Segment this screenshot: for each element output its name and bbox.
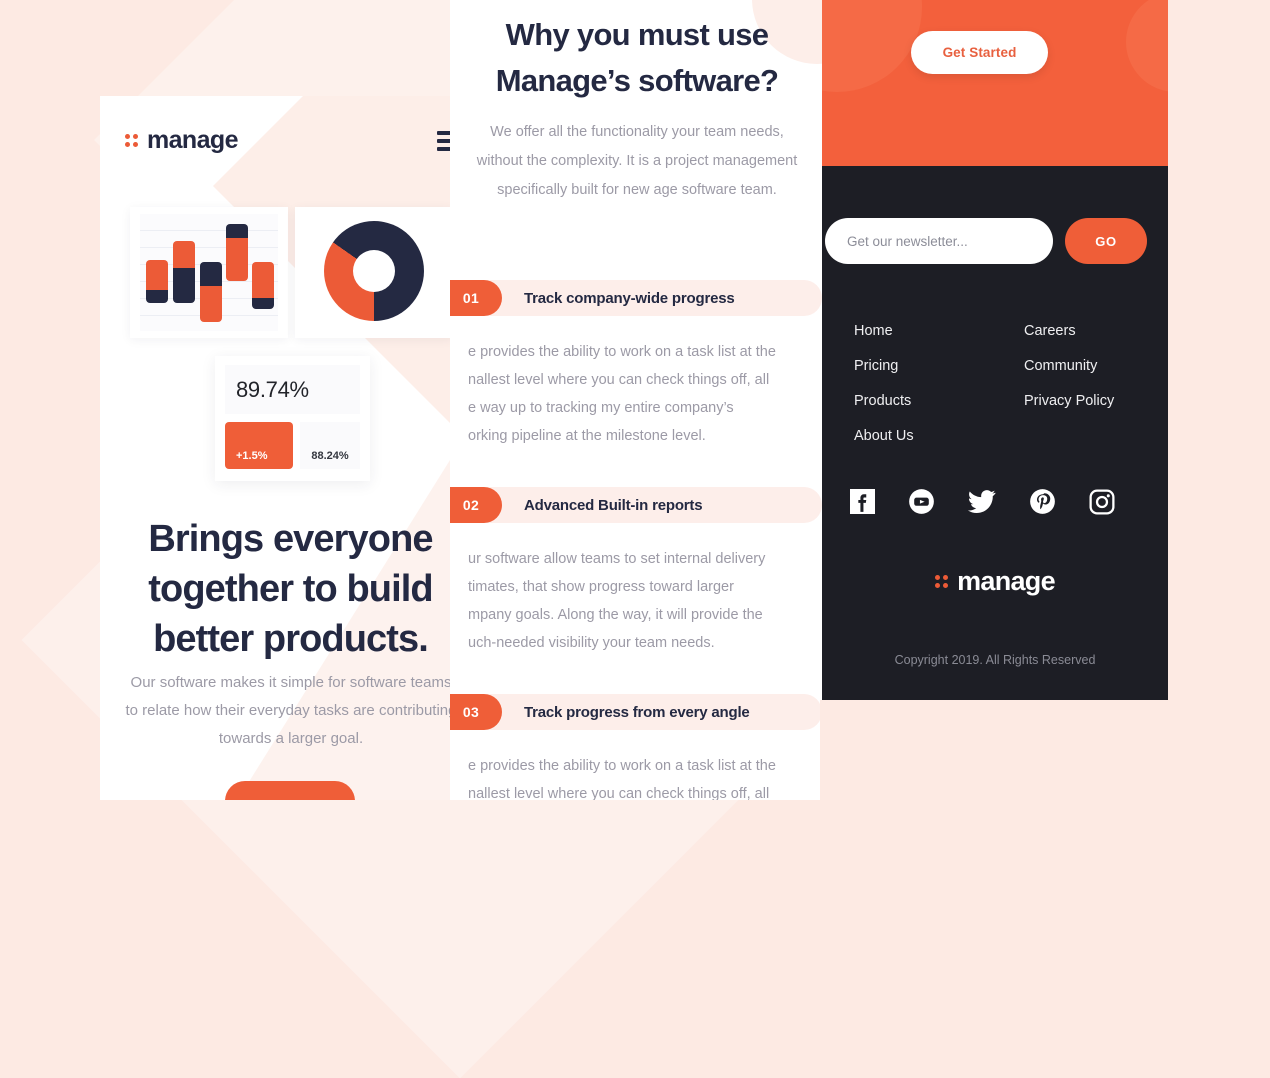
bar-chart-bar [173, 241, 195, 303]
footer-panel: Get Started GO Home Careers Pricing Comm… [822, 0, 1168, 704]
cta-banner: Get Started [822, 0, 1168, 166]
footer-link-careers[interactable]: Careers [1024, 314, 1154, 349]
footer-brand-logo[interactable]: manage [822, 566, 1168, 597]
get-started-button[interactable]: Get Started [911, 31, 1048, 74]
background-below-footer [820, 700, 1170, 800]
primary-stat: 89.74% [225, 365, 360, 414]
delta-stat-value: +1.5% [236, 450, 268, 462]
footer-dark-area: GO Home Careers Pricing Community Produc… [822, 166, 1168, 704]
feature-header[interactable]: 03 Track progress from every angle [450, 694, 822, 730]
feature-body-line: ur software allow teams to set internal … [468, 551, 766, 567]
footer-link-community[interactable]: Community [1024, 349, 1154, 384]
banner-decoration-circle [822, 0, 922, 92]
feature-title: Track progress from every angle [524, 703, 750, 721]
feature-body-line: nallest level where you can check things… [468, 786, 770, 800]
feature-title: Advanced Built-in reports [524, 496, 703, 514]
pinterest-icon[interactable] [1029, 488, 1056, 515]
feature-item: 03 Track progress from every angle e pro… [450, 694, 822, 800]
brand-name: manage [147, 126, 238, 154]
feature-number: 03 [450, 694, 502, 730]
footer-link-privacy-policy[interactable]: Privacy Policy [1024, 384, 1154, 419]
hero-subcopy: Our software makes it simple for softwar… [125, 674, 457, 747]
feature-header[interactable]: 02 Advanced Built-in reports [450, 487, 822, 523]
feature-title: Track company-wide progress [524, 289, 735, 307]
secondary-stat: 88.24% [300, 422, 360, 469]
six-dot-logo-icon [935, 575, 949, 588]
feature-body-line: timates, that show progress toward large… [468, 579, 734, 595]
feature-body-line: uch-needed visibility your team needs. [468, 635, 715, 651]
feature-body: e provides the ability to work on a task… [450, 316, 822, 450]
feature-body-line: e provides the ability to work on a task… [468, 758, 776, 774]
bar-chart-bar [200, 262, 222, 322]
bar-chart-card [130, 207, 288, 338]
feature-body: e provides the ability to work on a task… [450, 730, 822, 800]
instagram-icon[interactable] [1089, 488, 1115, 515]
brand-logo[interactable]: manage [125, 126, 238, 155]
bar-chart-bar [146, 260, 168, 303]
bar-chart-bar [252, 262, 274, 309]
hero-headline: Brings everyone together to build better… [148, 518, 433, 660]
newsletter-input[interactable] [825, 218, 1053, 264]
newsletter-submit-button[interactable]: GO [1065, 218, 1147, 264]
primary-stat-value: 89.74% [236, 376, 309, 402]
footer-link-home[interactable]: Home [854, 314, 1024, 349]
feature-body-line: e provides the ability to work on a task… [468, 344, 776, 360]
feature-item: 01 Track company-wide progress e provide… [450, 280, 822, 450]
newsletter-form: GO [825, 218, 1165, 264]
facebook-icon[interactable] [850, 489, 875, 514]
social-links [850, 488, 1115, 515]
twitter-icon[interactable] [968, 489, 996, 515]
feature-number: 02 [450, 487, 502, 523]
features-intro: We offer all the functionality your team… [476, 124, 798, 198]
feature-body-line: mpany goals. Along the way, it will prov… [468, 607, 763, 623]
secondary-stat-value: 88.24% [311, 450, 349, 462]
feature-number: 01 [450, 280, 502, 316]
stats-card: 89.74% +1.5% 88.24% [215, 356, 370, 481]
banner-decoration-circle-right [1126, 0, 1168, 92]
feature-body-line: nallest level where you can check things… [468, 372, 770, 388]
hero-card: manage 89.74% +1.5% 88.24% Brings everyo… [100, 96, 480, 800]
features-panel: Why you must use Manage’s software? We o… [450, 0, 822, 800]
donut-chart [324, 221, 424, 321]
hero-cta-button[interactable] [225, 781, 355, 800]
six-dot-logo-icon [125, 134, 138, 147]
footer-link-pricing[interactable]: Pricing [854, 349, 1024, 384]
feature-body: ur software allow teams to set internal … [450, 523, 822, 657]
bar-chart-plot [140, 214, 278, 331]
footer-links: Home Careers Pricing Community Products … [854, 314, 1154, 454]
delta-stat-badge: +1.5% [225, 422, 293, 469]
hero-header: manage [125, 126, 465, 155]
feature-body-line: e way up to tracking my entire company’s [468, 400, 734, 416]
footer-link-products[interactable]: Products [854, 384, 1024, 419]
feature-header[interactable]: 01 Track company-wide progress [450, 280, 822, 316]
copyright-text: Copyright 2019. All Rights Reserved [894, 653, 1096, 667]
feature-item: 02 Advanced Built-in reports ur software… [450, 487, 822, 657]
features-title: Why you must use Manage’s software? [495, 17, 779, 98]
youtube-icon[interactable] [908, 488, 935, 515]
footer-link-about-us[interactable]: About Us [854, 419, 1024, 454]
feature-body-line: orking pipeline at the milestone level. [468, 428, 706, 444]
footer-brand-name: manage [957, 566, 1056, 596]
footer-link-spacer [1024, 419, 1154, 454]
bar-chart-bar [226, 224, 248, 281]
donut-chart-card [295, 207, 453, 338]
